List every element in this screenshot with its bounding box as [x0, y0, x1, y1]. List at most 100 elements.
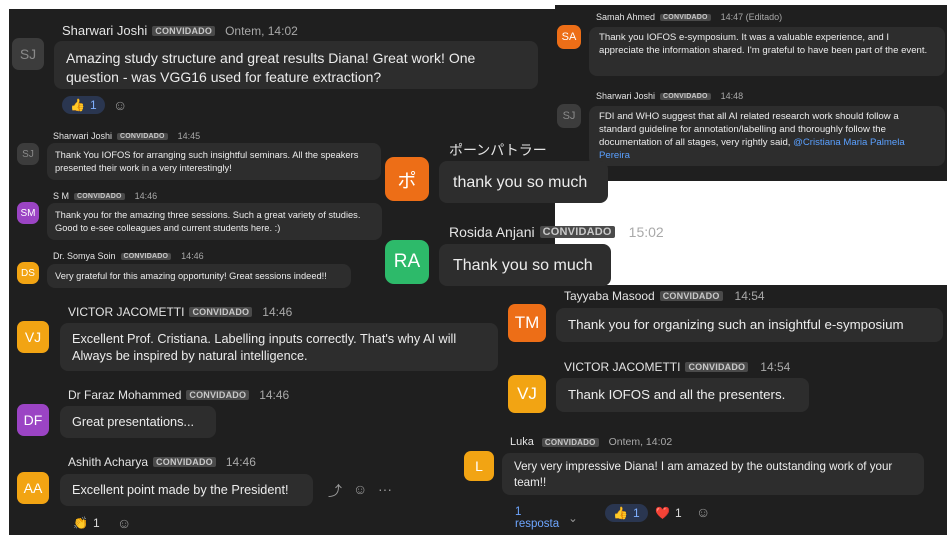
avatar[interactable]: SJ	[12, 38, 44, 70]
message-bubble[interactable]: Very grateful for this amazing opportuni…	[47, 264, 351, 288]
guest-badge: CONVIDADO	[152, 25, 216, 36]
message-text: Thank IOFOS and all the presenters.	[568, 387, 786, 402]
message-bubble[interactable]: Thank you for organizing such an insight…	[556, 308, 943, 342]
message-bubble[interactable]: Great presentations...	[60, 406, 216, 438]
avatar[interactable]: SJ	[17, 143, 39, 165]
timestamp: 14:48	[720, 91, 744, 101]
avatar[interactable]: DS	[17, 262, 39, 284]
avatar[interactable]: AA	[17, 472, 49, 504]
sender-name[interactable]: S M	[53, 191, 69, 201]
sender-name[interactable]: Sharwari Joshi	[62, 23, 147, 38]
timestamp: 14:46	[134, 191, 158, 201]
avatar[interactable]: SJ	[557, 104, 581, 128]
message-header: ポーンパトラー	[449, 140, 547, 160]
reaction-thumbs-up[interactable]: 👍 1	[62, 96, 105, 114]
guest-badge: CONVIDADO	[659, 291, 723, 301]
timestamp: 14:54	[760, 360, 791, 374]
guest-badge: CONVIDADO	[539, 226, 615, 238]
message-bubble[interactable]: thank you so much	[439, 161, 608, 203]
sender-name[interactable]: Rosida Anjani	[449, 224, 535, 240]
sender-name[interactable]: Sharwari Joshi	[53, 131, 112, 141]
sender-name[interactable]: Dr Faraz Mohammed	[68, 388, 181, 402]
message-bubble[interactable]: Thank you so much	[439, 244, 611, 286]
sender-name[interactable]: Samah Ahmed	[596, 12, 655, 22]
message-header: Sharwari Joshi CONVIDADO 14:45	[53, 131, 200, 141]
avatar[interactable]: TM	[508, 304, 546, 342]
heart-icon: ❤️	[655, 506, 670, 520]
message-bubble[interactable]: Thank IOFOS and all the presenters.	[556, 378, 809, 412]
thumbs-up-icon: 👍	[613, 506, 628, 520]
message-header: S M CONVIDADO 14:46	[53, 191, 157, 201]
timestamp: 14:46	[181, 251, 204, 261]
guest-badge: CONVIDADO	[153, 457, 216, 467]
more-options-icon[interactable]: ···	[378, 481, 392, 497]
sender-name[interactable]: VICTOR JACOMETTI	[68, 305, 184, 319]
add-reaction-icon[interactable]: ☺	[353, 481, 367, 497]
message-text: Amazing study structure and great result…	[66, 50, 476, 85]
message-text: Very very impressive Diana! I am amazed …	[514, 460, 893, 489]
avatar[interactable]: SA	[557, 25, 581, 49]
avatar-initials: DF	[23, 412, 43, 428]
message-text: Thank You IOFOS for arranging such insig…	[55, 150, 359, 173]
sender-name[interactable]: VICTOR JACOMETTI	[564, 360, 680, 374]
guest-badge: CONVIDADO	[117, 132, 168, 140]
message-header: Ashith Acharya CONVIDADO 14:46	[68, 455, 256, 469]
reaction-clap[interactable]: 👏 1	[73, 516, 100, 530]
timestamp: 14:47 (Editado)	[720, 12, 783, 22]
avatar[interactable]: DF	[17, 404, 49, 436]
message-bubble[interactable]: Thank you IOFOS e-symposium. It was a va…	[589, 27, 945, 76]
message-text: Excellent point made by the President!	[72, 483, 289, 497]
avatar-initials: VJ	[517, 384, 537, 403]
add-reaction-icon[interactable]: ☺	[117, 515, 131, 531]
chevron-down-icon: ⌄	[568, 513, 578, 525]
thumbs-up-icon: 👍	[70, 98, 85, 112]
message-header: Tayyaba Masood CONVIDADO 14:54	[564, 289, 765, 303]
message-text: Thank you IOFOS e-symposium. It was a va…	[599, 32, 928, 56]
avatar[interactable]: VJ	[17, 321, 49, 353]
add-reaction-icon[interactable]: ☺	[113, 97, 127, 113]
avatar-initials: SJ	[562, 110, 576, 122]
guest-badge: CONVIDADO	[541, 437, 599, 447]
message-bubble[interactable]: Thank you for the amazing three sessions…	[47, 203, 382, 240]
message-header: VICTOR JACOMETTI CONVIDADO 14:54	[564, 360, 790, 374]
avatar-initials: SM	[20, 207, 36, 219]
avatar[interactable]: RA	[385, 240, 429, 284]
avatar-initials: AA	[23, 480, 43, 496]
avatar[interactable]: L	[464, 451, 494, 481]
avatar-initials: VJ	[24, 329, 42, 345]
replies-count-label: 1 resposta	[515, 506, 560, 530]
sender-name[interactable]: Tayyaba Masood	[564, 289, 655, 303]
avatar-initials: TM	[514, 313, 540, 332]
sender-name[interactable]: Ashith Acharya	[68, 455, 148, 469]
message-header: Sharwari Joshi CONVIDADO 14:48	[596, 91, 743, 101]
message-bubble[interactable]: Very very impressive Diana! I am amazed …	[502, 453, 924, 495]
avatar-initials: L	[475, 458, 483, 474]
message-text: Thank you for the amazing three sessions…	[55, 210, 361, 233]
sender-name[interactable]: ポーンパトラー	[449, 140, 547, 160]
message-bubble[interactable]: Thank You IOFOS for arranging such insig…	[47, 143, 381, 180]
guest-badge: CONVIDADO	[685, 362, 749, 372]
message-bubble[interactable]: FDI and WHO suggest that all AI related …	[589, 106, 945, 166]
sender-name[interactable]: Dr. Somya Soin	[53, 251, 116, 261]
sender-name[interactable]: Luka	[510, 436, 534, 448]
replies-link[interactable]: 1 resposta ⌄	[515, 506, 578, 530]
timestamp: 14:46	[259, 388, 290, 402]
reaction-thumbs-up[interactable]: 👍 1	[605, 504, 648, 522]
guest-badge: CONVIDADO	[186, 390, 250, 400]
avatar[interactable]: SM	[17, 202, 39, 224]
message-text: Great presentations...	[72, 415, 195, 429]
avatar[interactable]: VJ	[508, 375, 546, 413]
avatar[interactable]: ポ	[385, 157, 429, 201]
guest-badge: CONVIDADO	[660, 13, 711, 21]
sender-name[interactable]: Sharwari Joshi	[596, 91, 655, 101]
reply-icon[interactable]: ⤴	[328, 481, 342, 501]
add-reaction-icon[interactable]: ☺	[696, 504, 710, 520]
timestamp: 14:45	[177, 131, 201, 141]
avatar-initials: SA	[561, 31, 577, 43]
reaction-heart[interactable]: ❤️ 1	[655, 506, 682, 520]
message-bubble[interactable]: Amazing study structure and great result…	[54, 41, 538, 89]
message-bubble[interactable]: Excellent point made by the President!	[60, 474, 313, 506]
message-text: Very grateful for this amazing opportuni…	[55, 271, 327, 281]
message-bubble[interactable]: Excellent Prof. Cristiana. Labelling inp…	[60, 323, 498, 371]
avatar-initials: RA	[393, 251, 421, 272]
